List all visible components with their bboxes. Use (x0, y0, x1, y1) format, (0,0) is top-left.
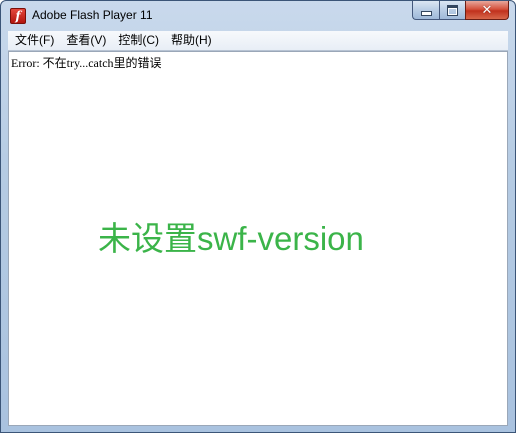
window-title: Adobe Flash Player 11 (32, 8, 153, 22)
menu-control[interactable]: 控制(C) (112, 31, 165, 50)
flash-stage[interactable]: Error: 不在try...catch里的错误 未设置swf-version (8, 51, 508, 426)
flash-player-window: f Adobe Flash Player 11 ✕ 文件(F) 查看(V) 控制… (0, 0, 516, 433)
window-controls: ✕ (412, 1, 509, 21)
error-message: Error: 不在try...catch里的错误 (11, 56, 162, 70)
swf-version-message: 未设置swf-version (98, 220, 364, 257)
close-icon: ✕ (481, 2, 493, 18)
menu-bar: 文件(F) 查看(V) 控制(C) 帮助(H) (8, 31, 508, 51)
close-button[interactable]: ✕ (465, 1, 509, 20)
minimize-icon (420, 11, 432, 16)
maximize-button[interactable] (439, 1, 465, 20)
menu-help[interactable]: 帮助(H) (165, 31, 218, 50)
menu-file[interactable]: 文件(F) (8, 31, 60, 50)
minimize-button[interactable] (412, 1, 439, 20)
maximize-icon (447, 4, 458, 16)
flash-player-icon: f (10, 8, 26, 24)
title-bar[interactable]: f Adobe Flash Player 11 ✕ (1, 1, 515, 31)
menu-view[interactable]: 查看(V) (60, 31, 112, 50)
